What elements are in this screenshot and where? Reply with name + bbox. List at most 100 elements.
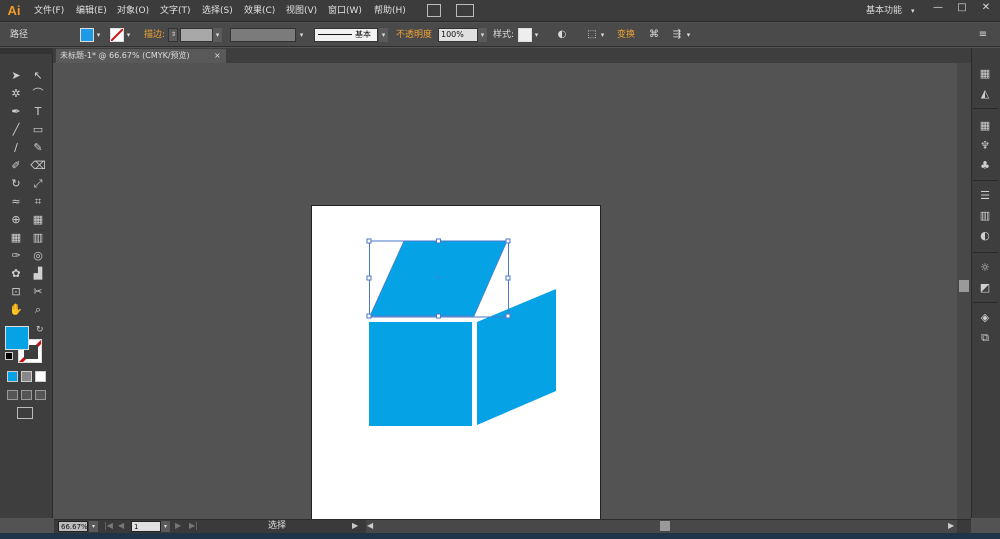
stroke-label[interactable]: 描边: xyxy=(144,23,165,47)
paintbrush-tool-icon[interactable]: ∕ xyxy=(8,140,24,156)
draw-inside-icon[interactable] xyxy=(35,390,46,400)
color-guide-panel-icon[interactable]: ◭ xyxy=(977,86,993,102)
draw-normal-icon[interactable] xyxy=(7,390,18,400)
chevron-down-icon[interactable]: ▾ xyxy=(598,28,607,42)
panel-menu-icon[interactable]: ≡ xyxy=(976,28,990,42)
appearance-panel-icon[interactable]: ☼ xyxy=(977,260,993,276)
none-mode-icon[interactable] xyxy=(35,371,46,382)
chevron-down-icon[interactable]: ▾ xyxy=(94,28,103,42)
perspective-grid-tool-icon[interactable]: ▦ xyxy=(30,212,46,228)
symbols-panel-icon[interactable]: ♣ xyxy=(977,158,993,174)
gradient-mode-icon[interactable] xyxy=(21,371,32,382)
first-artboard-icon[interactable]: |◀ xyxy=(104,520,113,532)
opacity-input[interactable]: 100% xyxy=(438,28,478,42)
transparency-panel-icon[interactable]: ◐ xyxy=(977,228,993,244)
chevron-down-icon[interactable]: ▾ xyxy=(911,0,915,22)
color-mode-icon[interactable] xyxy=(7,371,18,382)
menu-object[interactable]: 对象(O) xyxy=(117,0,149,22)
next-artboard-icon[interactable]: ▶ xyxy=(175,520,181,532)
free-transform-tool-icon[interactable]: ⌗ xyxy=(30,194,46,210)
fill-swatch[interactable] xyxy=(80,28,94,42)
swatches-panel-icon[interactable]: ▦ xyxy=(977,118,993,134)
chevron-down-icon[interactable]: ▾ xyxy=(684,28,693,42)
gradient-tool-icon[interactable]: ▥ xyxy=(30,230,46,246)
gradient-panel-icon[interactable]: ▥ xyxy=(977,208,993,224)
pencil-tool-icon[interactable]: ✎ xyxy=(30,140,46,156)
graphic-styles-panel-icon[interactable]: ◩ xyxy=(977,280,993,296)
menu-help[interactable]: 帮助(H) xyxy=(374,0,406,22)
menu-type[interactable]: 文字(T) xyxy=(160,0,191,22)
layers-panel-icon[interactable]: ◈ xyxy=(977,310,993,326)
artboard[interactable] xyxy=(311,205,601,520)
scale-tool-icon[interactable]: ⤢ xyxy=(30,176,46,192)
maximize-button[interactable]: □ xyxy=(950,0,974,16)
menu-file[interactable]: 文件(F) xyxy=(34,0,64,22)
previous-artboard-icon[interactable]: ◀ xyxy=(118,520,124,532)
align-icon[interactable]: ⬚ xyxy=(585,28,599,42)
chevron-down-icon[interactable]: ▾ xyxy=(124,28,133,42)
chevron-down-icon[interactable]: ▾ xyxy=(213,28,222,42)
workspace-switcher[interactable]: 基本功能 xyxy=(866,0,902,22)
menu-window[interactable]: 窗口(W) xyxy=(328,0,362,22)
menu-effect[interactable]: 效果(C) xyxy=(244,0,275,22)
brush-definition[interactable]: 基本 xyxy=(314,28,378,42)
isolate-group-icon[interactable]: ⌘ xyxy=(647,28,661,42)
rectangle-tool-icon[interactable]: ▭ xyxy=(30,122,46,138)
graphic-style-swatch[interactable] xyxy=(518,28,532,42)
rotate-tool-icon[interactable]: ↻ xyxy=(8,176,24,192)
symbol-sprayer-tool-icon[interactable]: ✿ xyxy=(8,266,24,282)
color-panel-icon[interactable]: ▦ xyxy=(977,66,993,82)
opacity-label[interactable]: 不透明度 xyxy=(396,23,432,47)
magic-wand-tool-icon[interactable]: ✲ xyxy=(8,86,24,102)
recolor-artwork-icon[interactable]: ◐ xyxy=(555,28,569,42)
last-artboard-icon[interactable]: ▶| xyxy=(189,520,198,532)
stroke-panel-icon[interactable]: ☰ xyxy=(977,188,993,204)
eyedropper-tool-icon[interactable]: ✑ xyxy=(8,248,24,264)
default-colors-icon[interactable] xyxy=(5,352,13,360)
chevron-down-icon[interactable]: ▾ xyxy=(297,28,306,42)
selection-tool-icon[interactable]: ➤ xyxy=(8,68,24,84)
document-tab[interactable]: 未标题-1* @ 66.67% (CMYK/预览) × xyxy=(56,49,226,63)
chevron-down-icon[interactable]: ▾ xyxy=(161,521,170,532)
swap-fill-stroke-icon[interactable]: ↻ xyxy=(36,325,44,335)
width-tool-icon[interactable]: ≈ xyxy=(8,194,24,210)
scroll-left-icon[interactable]: ◀ xyxy=(367,520,373,532)
close-button[interactable]: ✕ xyxy=(974,0,998,16)
document-setup-icon[interactable]: ⇶ xyxy=(670,28,684,42)
artboard-number-input[interactable]: 1 xyxy=(131,521,161,532)
minimize-button[interactable]: — xyxy=(926,0,950,16)
menu-select[interactable]: 选择(S) xyxy=(202,0,233,22)
lasso-tool-icon[interactable]: ⌒ xyxy=(30,86,46,102)
brushes-panel-icon[interactable]: ♆ xyxy=(977,138,993,154)
slice-tool-icon[interactable]: ✂ xyxy=(30,284,46,300)
chevron-down-icon[interactable]: ▾ xyxy=(89,521,98,532)
menu-view[interactable]: 视图(V) xyxy=(286,0,317,22)
vertical-scroll-thumb[interactable] xyxy=(959,280,969,292)
chevron-down-icon[interactable]: ▾ xyxy=(478,28,487,42)
fill-color-box[interactable] xyxy=(5,326,29,350)
stroke-weight-stepper[interactable]: ⇕ xyxy=(168,28,178,42)
draw-behind-icon[interactable] xyxy=(21,390,32,400)
horizontal-scroll-thumb[interactable] xyxy=(660,521,670,531)
status-menu-icon[interactable]: ▶ xyxy=(352,520,358,532)
artboard-tool-icon[interactable]: ⊡ xyxy=(8,284,24,300)
stroke-swatch[interactable] xyxy=(110,28,124,42)
stroke-weight-input[interactable] xyxy=(180,28,213,42)
mesh-tool-icon[interactable]: ▦ xyxy=(8,230,24,246)
artboards-panel-icon[interactable]: ⧉ xyxy=(977,330,993,346)
pen-tool-icon[interactable]: ✒ xyxy=(8,104,24,120)
variable-width-profile[interactable] xyxy=(230,28,296,42)
shape-builder-tool-icon[interactable]: ⊕ xyxy=(8,212,24,228)
chevron-down-icon[interactable]: ▾ xyxy=(379,28,388,42)
menu-edit[interactable]: 编辑(E) xyxy=(76,0,107,22)
chevron-down-icon[interactable]: ▾ xyxy=(532,28,541,42)
hand-tool-icon[interactable]: ✋ xyxy=(8,302,24,318)
zoom-tool-icon[interactable]: ⌕ xyxy=(30,302,46,318)
zoom-input[interactable]: 66.67% xyxy=(58,521,88,532)
line-tool-icon[interactable]: ╱ xyxy=(8,122,24,138)
eraser-tool-icon[interactable]: ⌫ xyxy=(30,158,46,174)
close-tab-icon[interactable]: × xyxy=(214,49,221,63)
scroll-right-icon[interactable]: ▶ xyxy=(948,520,954,532)
blob-brush-tool-icon[interactable]: ✐ xyxy=(8,158,24,174)
bridge-icon[interactable] xyxy=(427,4,441,17)
